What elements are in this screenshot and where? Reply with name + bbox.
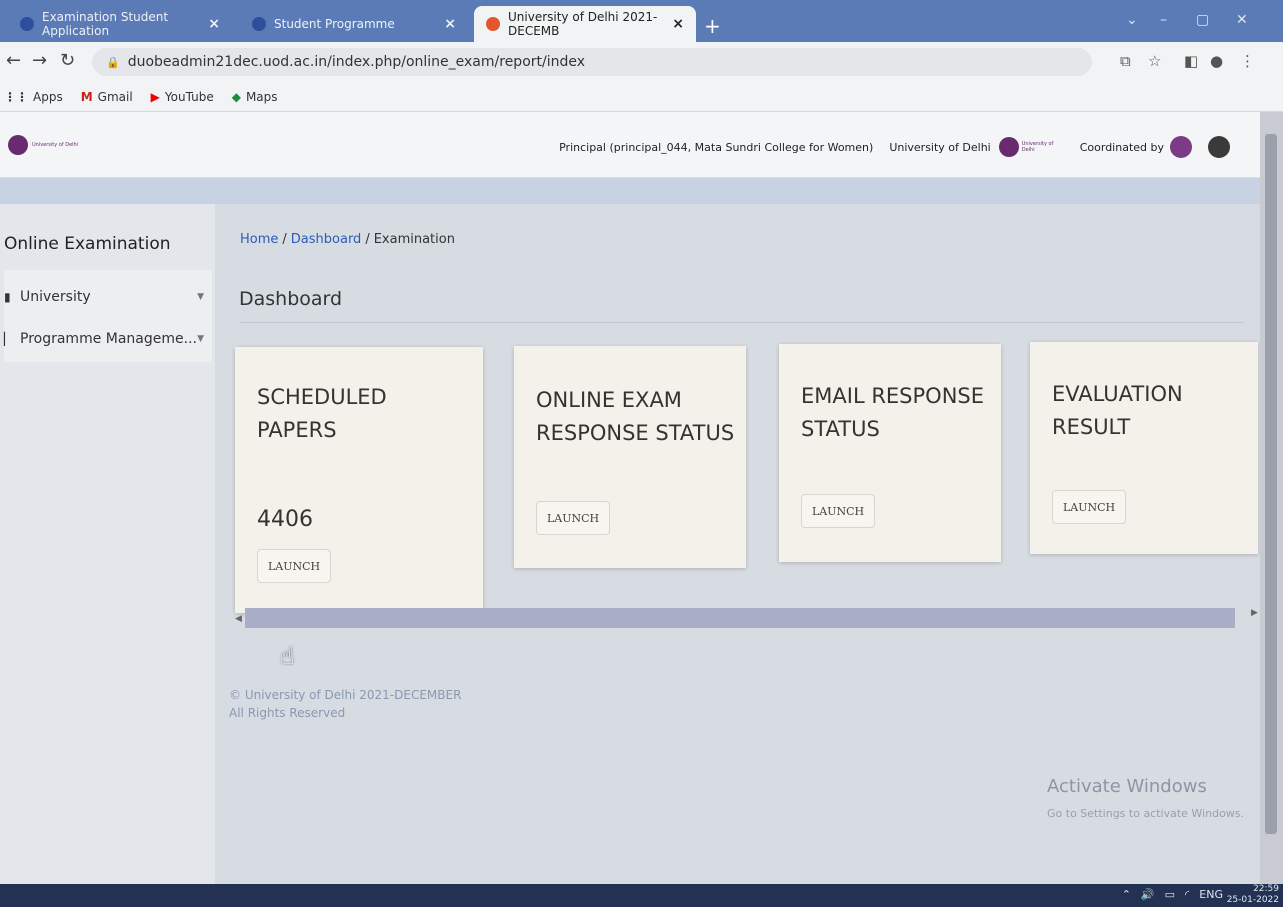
coordinator-logo-icon (1170, 136, 1192, 158)
copyright-text: © University of Delhi 2021-DECEMBER (229, 688, 462, 702)
footer: © University of Delhi 2021-DECEMBER All … (229, 686, 461, 722)
minimize-button[interactable]: – (1160, 12, 1167, 28)
page-title: Dashboard (239, 288, 343, 310)
tab-favicon-icon (252, 17, 266, 31)
launch-button[interactable]: LAUNCH (536, 501, 611, 535)
breadcrumb: Home / Dashboard / Examination (240, 232, 455, 247)
card-title: ONLINE EXAM RESPONSE STATUS (536, 388, 735, 445)
tab-search-icon[interactable]: ⌄ (1126, 12, 1138, 28)
breadcrumb-current: Examination (373, 232, 455, 247)
card-title: EVALUATION RESULT (1052, 382, 1183, 439)
university-emblem-icon (998, 137, 1019, 157)
scroll-right-arrow-icon[interactable]: ▶ (1251, 608, 1258, 618)
gmail-icon: M (80, 89, 93, 104)
tab-favicon-icon (20, 17, 34, 31)
menu-icon: ▏ (4, 332, 14, 346)
chevron-down-icon: ▼ (197, 292, 204, 302)
language-indicator[interactable]: ENG (1199, 888, 1223, 901)
browser-toolbar: ← → ↻ 🔒 duobeadmin21dec.uod.ac.in/index.… (0, 42, 1283, 82)
sidebar-menu: ▮ University ▼ ▏ Programme Manageme... ▼ (4, 270, 212, 362)
university-emblem-icon (8, 135, 28, 155)
bookmarks-bar: ⋮⋮ Apps M Gmail ▶ YouTube ◆ Maps (0, 82, 1283, 112)
profile-avatar-icon[interactable]: ● (1210, 52, 1223, 70)
card-value: 4406 (257, 507, 313, 532)
bookmark-gmail[interactable]: M Gmail (81, 90, 133, 104)
card-scheduled-papers: SCHEDULED PAPERS 4406 LAUNCH (235, 347, 483, 613)
horizontal-scrollbar[interactable] (245, 608, 1235, 628)
more-menu-icon[interactable]: ⋮ (1240, 52, 1255, 70)
address-bar[interactable]: 🔒 duobeadmin21dec.uod.ac.in/index.php/on… (92, 48, 1092, 76)
apps-grid-icon: ⋮⋮ (4, 89, 28, 104)
card-email-response-status: EMAIL RESPONSE STATUS LAUNCH (779, 344, 1001, 562)
scrollbar-thumb[interactable] (1265, 134, 1277, 834)
header-strip (0, 178, 1260, 204)
new-tab-button[interactable]: + (704, 14, 721, 38)
close-icon[interactable]: × (672, 16, 684, 32)
youtube-icon: ▶ (150, 89, 160, 104)
vertical-scrollbar[interactable] (1260, 112, 1283, 884)
breadcrumb-home[interactable]: Home (240, 232, 278, 247)
tab-favicon-icon (486, 17, 500, 31)
chevron-down-icon: ▼ (197, 334, 204, 344)
share-icon[interactable]: ⧉ (1120, 52, 1131, 70)
user-role-label: Principal (principal_044, Mata Sundri Co… (559, 140, 874, 154)
divider (239, 322, 1244, 323)
reload-icon[interactable]: ↻ (60, 50, 75, 71)
windows-taskbar: ⌃ 🔊 ▭ ◜ ENG 22:59 25-01-2022 (0, 884, 1283, 907)
activate-windows-title: Activate Windows (1047, 776, 1207, 797)
sidebar: Online Examination ▮ University ▼ ▏ Prog… (0, 204, 215, 884)
bookmark-apps[interactable]: ⋮⋮ Apps (4, 90, 63, 104)
activate-windows-subtitle: Go to Settings to activate Windows. (1047, 807, 1245, 820)
university-logo[interactable]: University of Delhi (8, 134, 100, 156)
coordinated-by-label: Coordinated by (1079, 140, 1164, 154)
tab-university-of-delhi[interactable]: University of Delhi 2021-DECEMB × (474, 6, 696, 42)
clock[interactable]: 22:59 25-01-2022 (1227, 884, 1279, 906)
chevron-up-icon[interactable]: ⌃ (1122, 888, 1131, 901)
header-right: Principal (principal_044, Mata Sundri Co… (559, 136, 1230, 158)
main-content: Home / Dashboard / Examination Dashboard SCH… (215, 204, 1260, 884)
side-panel-icon[interactable]: ◧ (1184, 52, 1198, 70)
maximize-button[interactable]: ▢ (1196, 12, 1209, 28)
app-header: University of Delhi Principal (principal… (0, 112, 1260, 178)
bookmark-maps[interactable]: ◆ Maps (232, 90, 278, 104)
card-evaluation-result: EVALUATION RESULT LAUNCH (1030, 342, 1258, 554)
breadcrumb-dashboard[interactable]: Dashboard (291, 232, 362, 247)
maps-pin-icon: ◆ (231, 89, 241, 104)
card-title: EMAIL RESPONSE STATUS (801, 384, 985, 441)
system-tray: ⌃ 🔊 ▭ ◜ ENG (1112, 888, 1223, 901)
back-arrow-icon[interactable]: ← (6, 50, 21, 71)
launch-button[interactable]: LAUNCH (1052, 490, 1127, 524)
rights-text: All Rights Reserved (229, 706, 346, 720)
sidebar-item-programme-management[interactable]: ▏ Programme Manageme... ▼ (4, 324, 204, 354)
speaker-icon[interactable]: 🔊 (1141, 888, 1155, 901)
card-title: SCHEDULED PAPERS (257, 385, 387, 442)
tab-student-programme[interactable]: Student Programme × (240, 6, 468, 42)
launch-button[interactable]: LAUNCH (257, 549, 332, 583)
menu-icon: ▮ (4, 290, 11, 304)
bookmark-youtube[interactable]: ▶ YouTube (151, 90, 214, 104)
sidebar-item-university[interactable]: ▮ University ▼ (4, 282, 204, 312)
scroll-left-arrow-icon[interactable]: ◀ (235, 614, 242, 624)
battery-icon[interactable]: ▭ (1165, 888, 1175, 901)
browser-tab-strip: Examination Student Application × Studen… (0, 0, 1283, 42)
wifi-icon[interactable]: ◜ (1185, 888, 1189, 901)
bookmark-star-icon[interactable]: ☆ (1148, 52, 1161, 70)
tab-examination-student-application[interactable]: Examination Student Application × (8, 6, 232, 42)
close-icon[interactable]: × (208, 16, 220, 32)
close-window-button[interactable]: ✕ (1236, 12, 1248, 28)
close-icon[interactable]: × (444, 16, 456, 32)
card-online-exam-response-status: ONLINE EXAM RESPONSE STATUS LAUNCH (514, 346, 746, 568)
launch-button[interactable]: LAUNCH (801, 494, 876, 528)
university-label: University of Delhi (889, 140, 991, 154)
hand-pointer-icon: ☝ (280, 642, 295, 670)
forward-arrow-icon[interactable]: → (32, 50, 47, 71)
lock-icon: 🔒 (106, 55, 120, 69)
user-avatar-icon[interactable] (1208, 136, 1230, 158)
sidebar-title: Online Examination (4, 234, 171, 254)
scrollbar-thumb[interactable] (245, 608, 1235, 628)
